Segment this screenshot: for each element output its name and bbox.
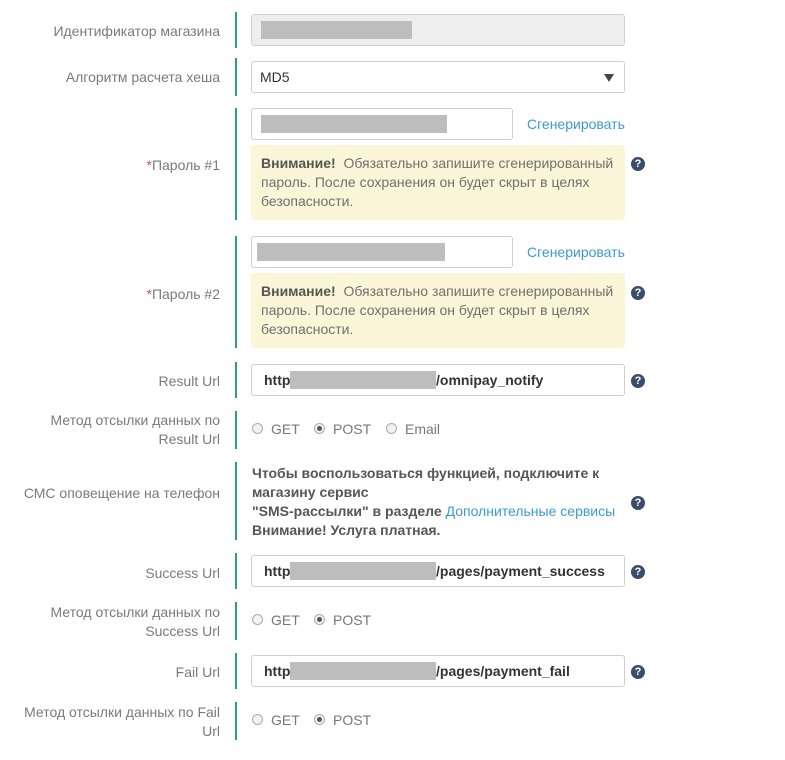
radio-label: Email [405,421,441,437]
hash-algo-select[interactable]: MD5 [251,61,625,93]
divider [235,702,237,740]
url-prefix: http [264,372,291,388]
result-method-label: Метод отсылки данных по Result Url [50,412,220,447]
result-url-input[interactable]: http /omnipay_notify [251,364,625,396]
url-suffix: /pages/payment_success [436,563,605,579]
password1-warning: Внимание! Обязательно запишите сгенериро… [251,145,625,220]
radio-circle [252,714,263,725]
sms-line2: "SMS-рассылки" в разделе Дополнительные … [252,502,632,521]
divider [235,553,237,589]
radio-label: POST [333,612,372,628]
help-icon[interactable]: ? [631,374,645,388]
radio-label: GET [271,421,300,437]
password2-label-text: Пароль #2 [151,286,220,302]
url-suffix: /pages/payment_fail [436,663,570,679]
divider [235,12,237,48]
masked-value [290,662,436,680]
warning-title: Внимание! [261,283,336,299]
sms-line3: Внимание! Услуга платная. [252,522,441,538]
divider [235,108,237,220]
masked-value [290,562,436,580]
warning-title: Внимание! [261,155,336,171]
url-suffix: /omnipay_notify [436,372,544,388]
sms-line2-text: "SMS-рассылки" в разделе [252,503,442,519]
success-url-input[interactable]: http /pages/payment_success [251,555,625,587]
divider [235,236,237,348]
radio-label: GET [271,712,300,728]
shop-id-label: Идентификатор магазина [53,23,220,39]
password2-warning: Внимание! Обязательно запишите сгенериро… [251,273,625,348]
radio-get[interactable]: GET [252,421,302,439]
radio-label: POST [333,712,372,728]
masked-value [261,21,412,39]
url-prefix: http [264,663,291,679]
radio-post[interactable]: POST [314,421,374,439]
help-icon[interactable]: ? [631,665,645,679]
fail-url-input[interactable]: http /pages/payment_fail [251,655,625,687]
radio-circle [252,423,263,434]
radio-post[interactable]: POST [314,712,374,730]
password1-input[interactable] [251,108,513,140]
radio-circle [314,714,325,725]
radio-email[interactable]: Email [386,421,446,439]
divider [235,602,237,640]
hash-algo-value: MD5 [260,69,290,85]
fail-url-label: Fail Url [175,664,220,680]
masked-value [290,371,436,389]
sms-info: Чтобы воспользоваться функцией, подключи… [252,464,632,540]
shop-id-input[interactable] [251,14,625,46]
divider [235,362,237,398]
password2-label: *Пароль #2 [20,285,221,304]
masked-value [261,115,447,133]
radio-circle [252,614,263,625]
password2-input[interactable] [251,236,513,268]
masked-value [257,243,445,261]
radio-label: POST [333,421,372,437]
additional-services-link[interactable]: Дополнительные сервисы [446,503,616,519]
fail-method-label: Метод отсылки данных по Fail Url [24,704,220,739]
radio-circle [386,423,397,434]
password1-label-text: Пароль #1 [151,157,220,173]
help-icon[interactable]: ? [631,565,645,579]
divider [235,653,237,689]
result-url-label: Result Url [158,373,220,389]
chevron-down-icon [604,74,614,82]
radio-get[interactable]: GET [252,612,302,630]
radio-post[interactable]: POST [314,612,374,630]
radio-get[interactable]: GET [252,712,302,730]
radio-circle [314,614,325,625]
success-method-label: Метод отсылки данных по Success Url [50,604,220,639]
password1-label: *Пароль #1 [20,156,221,175]
help-icon[interactable]: ? [631,496,645,510]
sms-line1: Чтобы воспользоваться функцией, подключи… [252,465,600,500]
radio-circle [314,423,325,434]
hash-algo-label: Алгоритм расчета хеша [65,69,220,85]
password1-generate-link[interactable]: Сгенерировать [527,116,625,132]
password2-generate-link[interactable]: Сгенерировать [527,244,625,260]
help-icon[interactable]: ? [631,286,645,300]
radio-label: GET [271,612,300,628]
divider [235,462,237,540]
help-icon[interactable]: ? [631,157,645,171]
success-url-label: Success Url [145,565,220,581]
divider [235,58,237,96]
url-prefix: http [264,563,291,579]
divider [235,411,237,449]
sms-label: СМС оповещение на телефон [23,485,220,501]
